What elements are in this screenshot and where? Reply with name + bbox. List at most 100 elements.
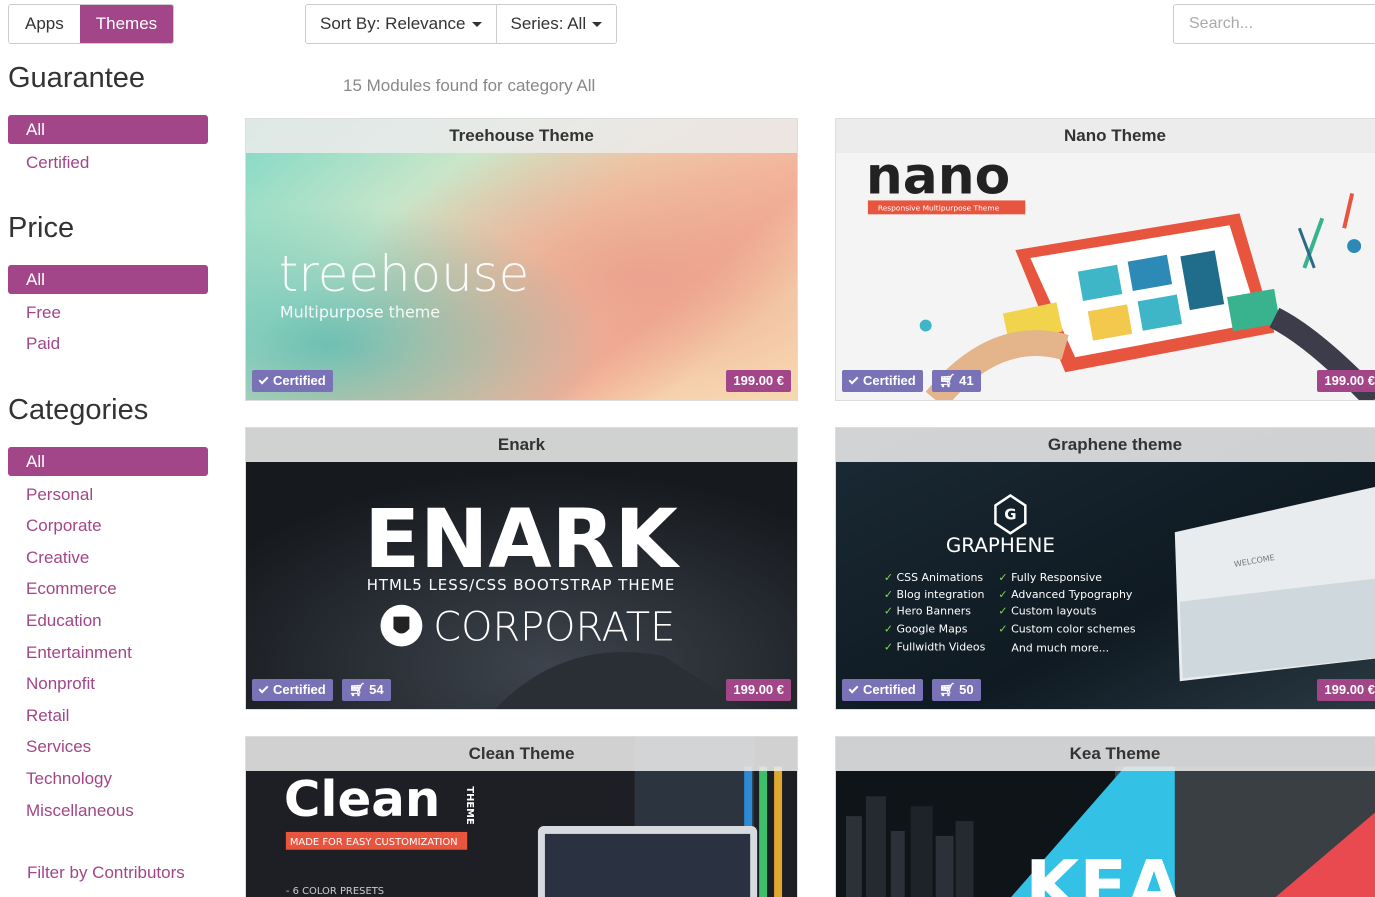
graphene-feature: ✓ Fullwidth Videos [884,640,986,653]
series-dropdown[interactable]: Series: All [495,5,617,43]
check-icon [258,374,269,385]
graphene-feature: ✓ Advanced Typography [998,588,1132,601]
card-title[interactable]: Treehouse Theme [246,119,797,153]
theme-card-graphene[interactable]: WELCOME G GRAPHENE ✓ CSS Animations ✓ Bl… [835,427,1375,710]
category-education[interactable]: Education [8,605,208,637]
graphene-feature: ✓ Google Maps [884,623,968,636]
guarantee-filter-list: All Certified [8,115,208,178]
clean-tagline: MADE FOR EASY CUSTOMIZATION [290,837,458,848]
graphene-feature: ✓ Hero Banners [884,605,971,618]
enark-tagline: HTML5 LESS/CSS BOOTSTRAP THEME [367,576,676,594]
guarantee-heading: Guarantee [8,62,146,94]
graphene-feature: ✓ Blog integration [884,588,985,601]
category-technology[interactable]: Technology [8,763,208,795]
cart-icon: 🛒︎ [939,373,956,388]
graphene-preview-image: WELCOME G GRAPHENE ✓ CSS Animations ✓ Bl… [836,428,1375,709]
clean-presets-text: - 6 COLOR PRESETS [286,886,384,897]
category-creative[interactable]: Creative [8,542,208,574]
certified-label: Certified [863,373,916,388]
downloads-badge: 🛒︎ 50 [932,679,981,701]
price-filter-list: All Free Paid [8,265,208,360]
downloads-badge: 🛒︎ 41 [932,370,981,392]
enark-sub-text: CORPORATE [433,605,675,651]
guarantee-all[interactable]: All [8,115,208,144]
certified-label: Certified [863,682,916,697]
graphene-g-icon: G [1004,505,1016,523]
guarantee-certified[interactable]: Certified [8,147,208,179]
category-personal[interactable]: Personal [8,479,208,511]
card-title[interactable]: Graphene theme [836,428,1375,462]
category-corporate[interactable]: Corporate [8,510,208,542]
downloads-count: 41 [959,373,974,388]
theme-card-kea[interactable]: KEA Kea Theme [835,736,1375,897]
price-paid[interactable]: Paid [8,328,208,360]
categories-filter-list: All Personal Corporate Creative Ecommerc… [8,447,208,826]
check-icon [258,683,269,694]
check-icon [848,683,859,694]
check-icon [848,374,859,385]
nano-logo-text: nano [866,147,1010,207]
nano-preview-image: nano Responsive Multipurpose Theme [836,119,1375,400]
app-type-toggle: Apps Themes [8,4,175,44]
certified-badge: Certified [842,679,923,701]
theme-card-enark[interactable]: ENARK HTML5 LESS/CSS BOOTSTRAP THEME COR… [245,427,798,710]
category-entertainment[interactable]: Entertainment [8,637,208,669]
caret-down-icon [592,22,603,28]
certified-label: Certified [273,682,326,697]
enark-logo-text: ENARK [364,492,680,587]
cart-icon: 🛒︎ [939,682,956,697]
graphene-feature: ✓ Custom layouts [998,605,1096,618]
results-count: 15 Modules found for category All [343,76,596,95]
downloads-badge: 🛒︎ 54 [342,679,391,701]
graphene-feature: ✓ Custom color schemes [998,623,1135,636]
enark-preview-image: ENARK HTML5 LESS/CSS BOOTSTRAP THEME COR… [246,428,797,709]
categories-heading: Categories [8,394,149,426]
themes-tab[interactable]: Themes [79,5,174,43]
apps-tab[interactable]: Apps [9,5,80,43]
sort-label: Sort By: Relevance [320,14,466,33]
category-ecommerce[interactable]: Ecommerce [8,573,208,605]
price-heading: Price [8,212,75,244]
downloads-count: 50 [959,682,974,697]
graphene-feature: And much more... [1011,641,1109,654]
category-miscellaneous[interactable]: Miscellaneous [8,795,208,827]
certified-badge: Certified [252,679,333,701]
downloads-count: 54 [369,682,384,697]
treehouse-preview-image: treehouse Multipurpose theme [246,119,797,400]
category-nonprofit[interactable]: Nonprofit [8,668,208,700]
filter-by-contributors-link[interactable]: Filter by Contributors [27,863,185,883]
sort-series-group: Sort By: Relevance Series: All [305,4,618,44]
category-all[interactable]: All [8,447,208,476]
category-retail[interactable]: Retail [8,700,208,732]
certified-label: Certified [273,373,326,388]
cart-icon: 🛒︎ [349,682,366,697]
graphene-feature: ✓ Fully Responsive [998,571,1102,584]
caret-down-icon [471,22,482,28]
series-label: Series: All [510,14,587,33]
card-title[interactable]: Nano Theme [836,119,1375,153]
price-free[interactable]: Free [8,297,208,329]
price-all[interactable]: All [8,265,208,294]
graphene-feature: ✓ CSS Animations [884,571,984,584]
sort-dropdown[interactable]: Sort By: Relevance [306,5,496,43]
certified-badge: Certified [842,370,923,392]
theme-card-treehouse[interactable]: treehouse Multipurpose theme Treehouse T… [245,118,798,401]
search-input[interactable] [1173,4,1375,44]
card-title[interactable]: Kea Theme [836,737,1375,771]
price-badge: 199.00 € [1317,370,1375,392]
kea-logo-text: KEA [1025,847,1181,897]
theme-card-nano[interactable]: nano Responsive Multipurpose Theme Nano … [835,118,1375,401]
clean-side-text: THEME [464,786,475,825]
treehouse-logo-text: treehouse [279,245,529,303]
card-title[interactable]: Clean Theme [246,737,797,771]
nano-tagline: Responsive Multipurpose Theme [878,203,1000,212]
price-badge: 199.00 € [1317,679,1375,701]
card-title[interactable]: Enark [246,428,797,462]
price-badge: 199.00 € [726,679,791,701]
treehouse-tagline: Multipurpose theme [280,303,440,322]
category-services[interactable]: Services [8,731,208,763]
theme-card-clean[interactable]: Clean THEME MADE FOR EASY CUSTOMIZATION … [245,736,798,897]
price-badge: 199.00 € [726,370,791,392]
clean-logo-text: Clean [284,770,440,828]
certified-badge: Certified [252,370,333,392]
